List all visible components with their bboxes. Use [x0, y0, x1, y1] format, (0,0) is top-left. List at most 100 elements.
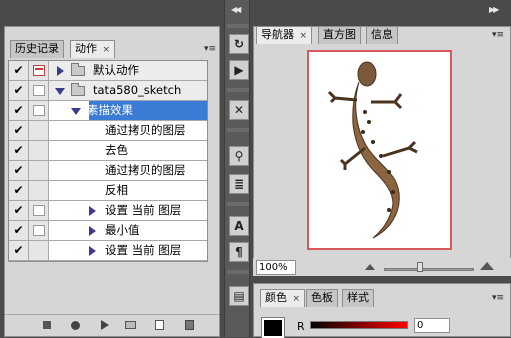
- tab-histogram[interactable]: 直方图: [318, 26, 361, 44]
- dock-grip[interactable]: [227, 24, 249, 28]
- new-set-icon[interactable]: [125, 321, 136, 329]
- action-set-label: 默认动作: [93, 63, 139, 77]
- dialog-toggle[interactable]: [29, 141, 49, 160]
- tab-navigator[interactable]: 导航器 ×: [256, 26, 313, 44]
- list-item-selected[interactable]: ✔ 素描效果: [9, 101, 207, 121]
- folder-icon: [71, 63, 85, 76]
- list-item[interactable]: ✔ 通过拷贝的图层: [9, 121, 207, 141]
- foreground-color-swatch[interactable]: [261, 317, 285, 338]
- dialog-toggle[interactable]: [29, 121, 49, 140]
- list-item[interactable]: ✔ 默认动作: [9, 61, 207, 81]
- action-label: 素描效果: [87, 103, 133, 117]
- zoom-slider-thumb[interactable]: [417, 262, 423, 272]
- dialog-toggle[interactable]: [29, 221, 49, 240]
- tools-icon[interactable]: ✕: [229, 100, 249, 120]
- tab-info[interactable]: 信息: [366, 26, 398, 44]
- list-item[interactable]: ✔ 设置 当前 图层: [9, 201, 207, 221]
- list-item[interactable]: ✔ 反相: [9, 181, 207, 201]
- folder-icon: [71, 83, 85, 96]
- collapse-icon[interactable]: [55, 88, 65, 95]
- zoom-out-icon[interactable]: [365, 264, 375, 270]
- list-item[interactable]: ✔ 去色: [9, 141, 207, 161]
- tab-actions-label: 动作: [75, 42, 97, 55]
- dock-grip[interactable]: [227, 202, 249, 206]
- toggle-check[interactable]: ✔: [9, 81, 29, 100]
- red-channel-slider[interactable]: [310, 321, 408, 329]
- paragraph-icon[interactable]: ¶: [229, 242, 249, 262]
- dialog-icon: [33, 65, 45, 76]
- dialog-toggle[interactable]: [29, 81, 49, 100]
- dialog-icon: [33, 105, 45, 116]
- tab-color[interactable]: 颜色 ×: [260, 289, 306, 307]
- toggle-check[interactable]: ✔: [9, 201, 29, 220]
- toggle-check[interactable]: ✔: [9, 121, 29, 140]
- expand-icon[interactable]: [57, 66, 64, 76]
- close-icon[interactable]: ×: [293, 294, 301, 304]
- channel-label: R: [297, 320, 305, 333]
- step-label: 通过拷贝的图层: [105, 163, 186, 177]
- expand-icon[interactable]: [89, 206, 96, 216]
- character-icon[interactable]: A: [229, 216, 249, 236]
- dialog-toggle[interactable]: [29, 61, 49, 80]
- new-action-icon[interactable]: [155, 320, 164, 330]
- layer-comps-icon[interactable]: ▤: [229, 286, 249, 306]
- panel-menu-icon[interactable]: ▾≡: [204, 44, 216, 54]
- panel-menu-icon[interactable]: ▾≡: [492, 30, 504, 40]
- expand-dock-icon[interactable]: ◀◀: [231, 5, 241, 14]
- panel-menu-icon[interactable]: ▾≡: [492, 293, 504, 303]
- tab-actions[interactable]: 动作 ×: [70, 40, 116, 58]
- list-item[interactable]: ✔ 通过拷贝的图层: [9, 161, 207, 181]
- zoom-slider-track[interactable]: [384, 268, 474, 271]
- tab-history[interactable]: 历史记录: [10, 40, 64, 58]
- list-item[interactable]: ✔ 设置 当前 图层: [9, 241, 207, 261]
- toggle-check[interactable]: ✔: [9, 61, 29, 80]
- tab-swatches-label: 色板: [311, 291, 333, 304]
- stop-icon[interactable]: [43, 321, 51, 329]
- clone-source-icon[interactable]: ⚲: [229, 146, 249, 166]
- delete-icon[interactable]: [185, 320, 194, 330]
- dialog-icon: [33, 225, 45, 236]
- step-label: 设置 当前 图层: [105, 203, 182, 217]
- zoom-input[interactable]: 100%: [256, 260, 296, 275]
- dialog-toggle[interactable]: [29, 161, 49, 180]
- dialog-toggle[interactable]: [29, 181, 49, 200]
- expand-icon[interactable]: [89, 226, 96, 236]
- toggle-check[interactable]: ✔: [9, 181, 29, 200]
- tab-histogram-label: 直方图: [323, 28, 356, 41]
- toggle-check[interactable]: ✔: [9, 161, 29, 180]
- actions-icon[interactable]: ▶: [229, 60, 249, 80]
- tab-info-label: 信息: [371, 28, 393, 41]
- tab-styles[interactable]: 样式: [342, 289, 374, 307]
- toggle-check[interactable]: ✔: [9, 141, 29, 160]
- toggle-check[interactable]: ✔: [9, 101, 29, 120]
- toggle-check[interactable]: ✔: [9, 221, 29, 240]
- step-label: 反相: [105, 183, 128, 197]
- play-icon[interactable]: [101, 320, 109, 330]
- panel-dock: ◀◀ ↻ ▶ ✕ ⚲ ≣ A ¶ ▤: [224, 0, 250, 337]
- list-item[interactable]: ✔ 最小值: [9, 221, 207, 241]
- dock-grip[interactable]: [227, 270, 249, 274]
- dock-grip[interactable]: [227, 128, 249, 132]
- toggle-check[interactable]: ✔: [9, 241, 29, 260]
- navigator-topbar[interactable]: ▶▶: [253, 0, 511, 26]
- history-brush-icon[interactable]: ↻: [229, 34, 249, 54]
- brushes-icon[interactable]: ≣: [229, 174, 249, 194]
- tab-history-label: 历史记录: [15, 42, 59, 55]
- red-value-input[interactable]: 0: [414, 318, 450, 333]
- close-icon[interactable]: ×: [300, 31, 308, 41]
- action-list: ✔ 默认动作 ✔ tata580_sketch ✔ 素描效果 ✔ 通过拷贝的图层…: [8, 60, 208, 262]
- navigator-preview[interactable]: [307, 50, 452, 250]
- dialog-toggle[interactable]: [29, 241, 49, 260]
- dialog-toggle[interactable]: [29, 101, 49, 120]
- expand-right-icon[interactable]: ▶▶: [489, 5, 499, 14]
- collapse-icon[interactable]: [71, 108, 81, 115]
- tab-swatches[interactable]: 色板: [306, 289, 338, 307]
- step-label: 最小值: [105, 223, 140, 237]
- record-icon[interactable]: [71, 321, 80, 330]
- close-icon[interactable]: ×: [103, 45, 111, 55]
- dialog-toggle[interactable]: [29, 201, 49, 220]
- zoom-in-icon[interactable]: [480, 262, 494, 270]
- expand-icon[interactable]: [89, 246, 96, 256]
- dock-grip[interactable]: [227, 88, 249, 92]
- list-item[interactable]: ✔ tata580_sketch: [9, 81, 207, 101]
